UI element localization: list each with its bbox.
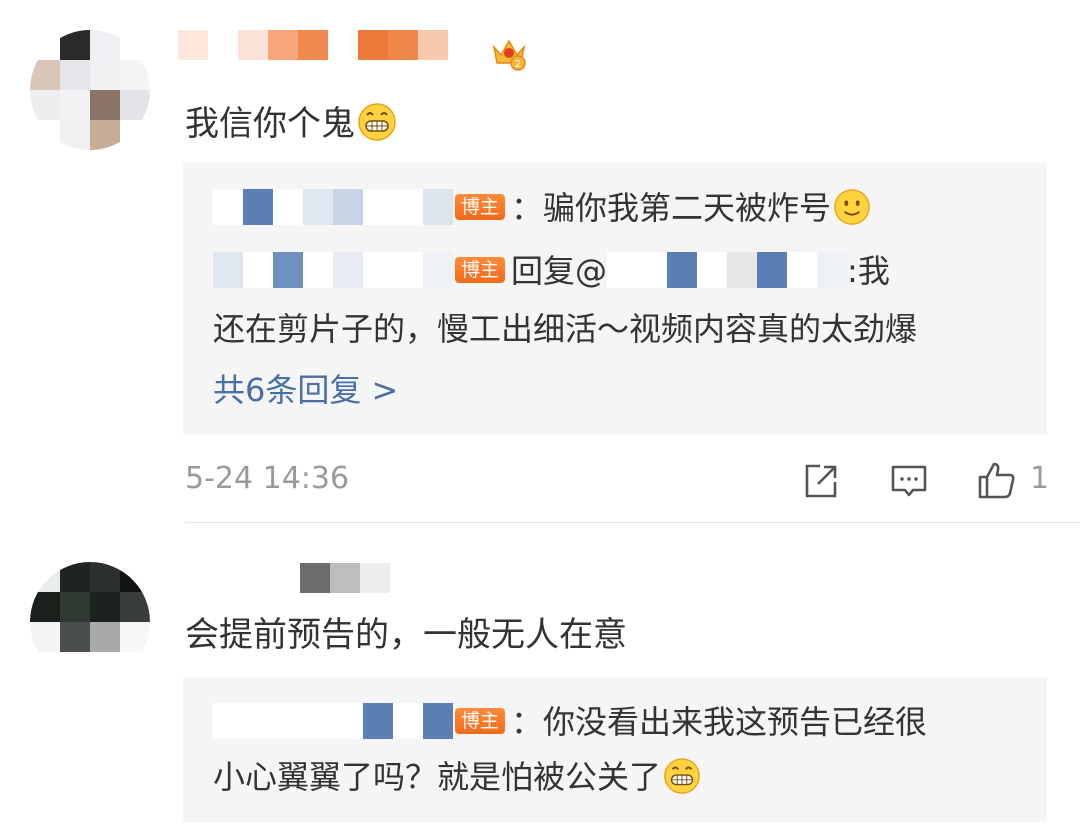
blogger-badge: 博主 [455, 194, 506, 220]
share-icon[interactable] [800, 460, 842, 502]
reply-text-cont: 还在剪片子的，慢工出细活～视频内容真的太劲爆 [213, 310, 918, 348]
username-blurred[interactable] [213, 703, 453, 739]
avatar[interactable] [30, 30, 150, 150]
reply-box[interactable]: 博主 ：你没看出来我这预告已经很 小心翼翼了吗？就是怕被公关了 [183, 677, 1047, 822]
grin-emoji-icon [664, 758, 700, 794]
grin-emoji-icon [358, 103, 396, 141]
username-blurred[interactable] [213, 189, 453, 225]
like-count: 1 [1030, 461, 1050, 496]
username-blurred[interactable] [213, 252, 453, 288]
comment-text: 会提前预告的，一般无人在意 [185, 615, 627, 655]
divider [185, 522, 1080, 523]
view-more-replies-link[interactable]: 共6条回复 > [213, 370, 398, 410]
reply-item: 博主 ：你没看出来我这预告已经很 [213, 702, 927, 742]
crown-level-icon: 2 [492, 39, 526, 71]
blogger-badge: 博主 [455, 257, 506, 283]
comment-time: 5-24 14:36 [185, 461, 350, 496]
like-icon[interactable] [976, 460, 1018, 502]
svg-text:2: 2 [515, 59, 521, 70]
comment-feed: 2 我信你个鬼 博主 ：骗你我第二天被炸号 博主 回复@:我 还在剪片子的，慢… [0, 0, 1080, 838]
username-blurred[interactable] [300, 563, 390, 593]
reply-item: 博主 回复@ :我 [213, 251, 890, 291]
mention-blurred[interactable] [607, 252, 848, 288]
username-blurred[interactable] [178, 30, 448, 60]
avatar[interactable] [30, 562, 150, 682]
smile-emoji-icon [834, 189, 870, 225]
comment-text: 我信你个鬼 [185, 102, 397, 144]
reply-text-cont: 小心翼翼了吗？就是怕被公关了 [213, 757, 701, 797]
comment-icon[interactable] [888, 460, 930, 502]
reply-box[interactable]: 博主 ：骗你我第二天被炸号 博主 回复@ :我 还在剪片子的，慢工出细活～视频内容真… [183, 163, 1047, 435]
blogger-badge: 博主 [455, 708, 506, 734]
reply-item: 博主 ：骗你我第二天被炸号 [213, 188, 871, 228]
